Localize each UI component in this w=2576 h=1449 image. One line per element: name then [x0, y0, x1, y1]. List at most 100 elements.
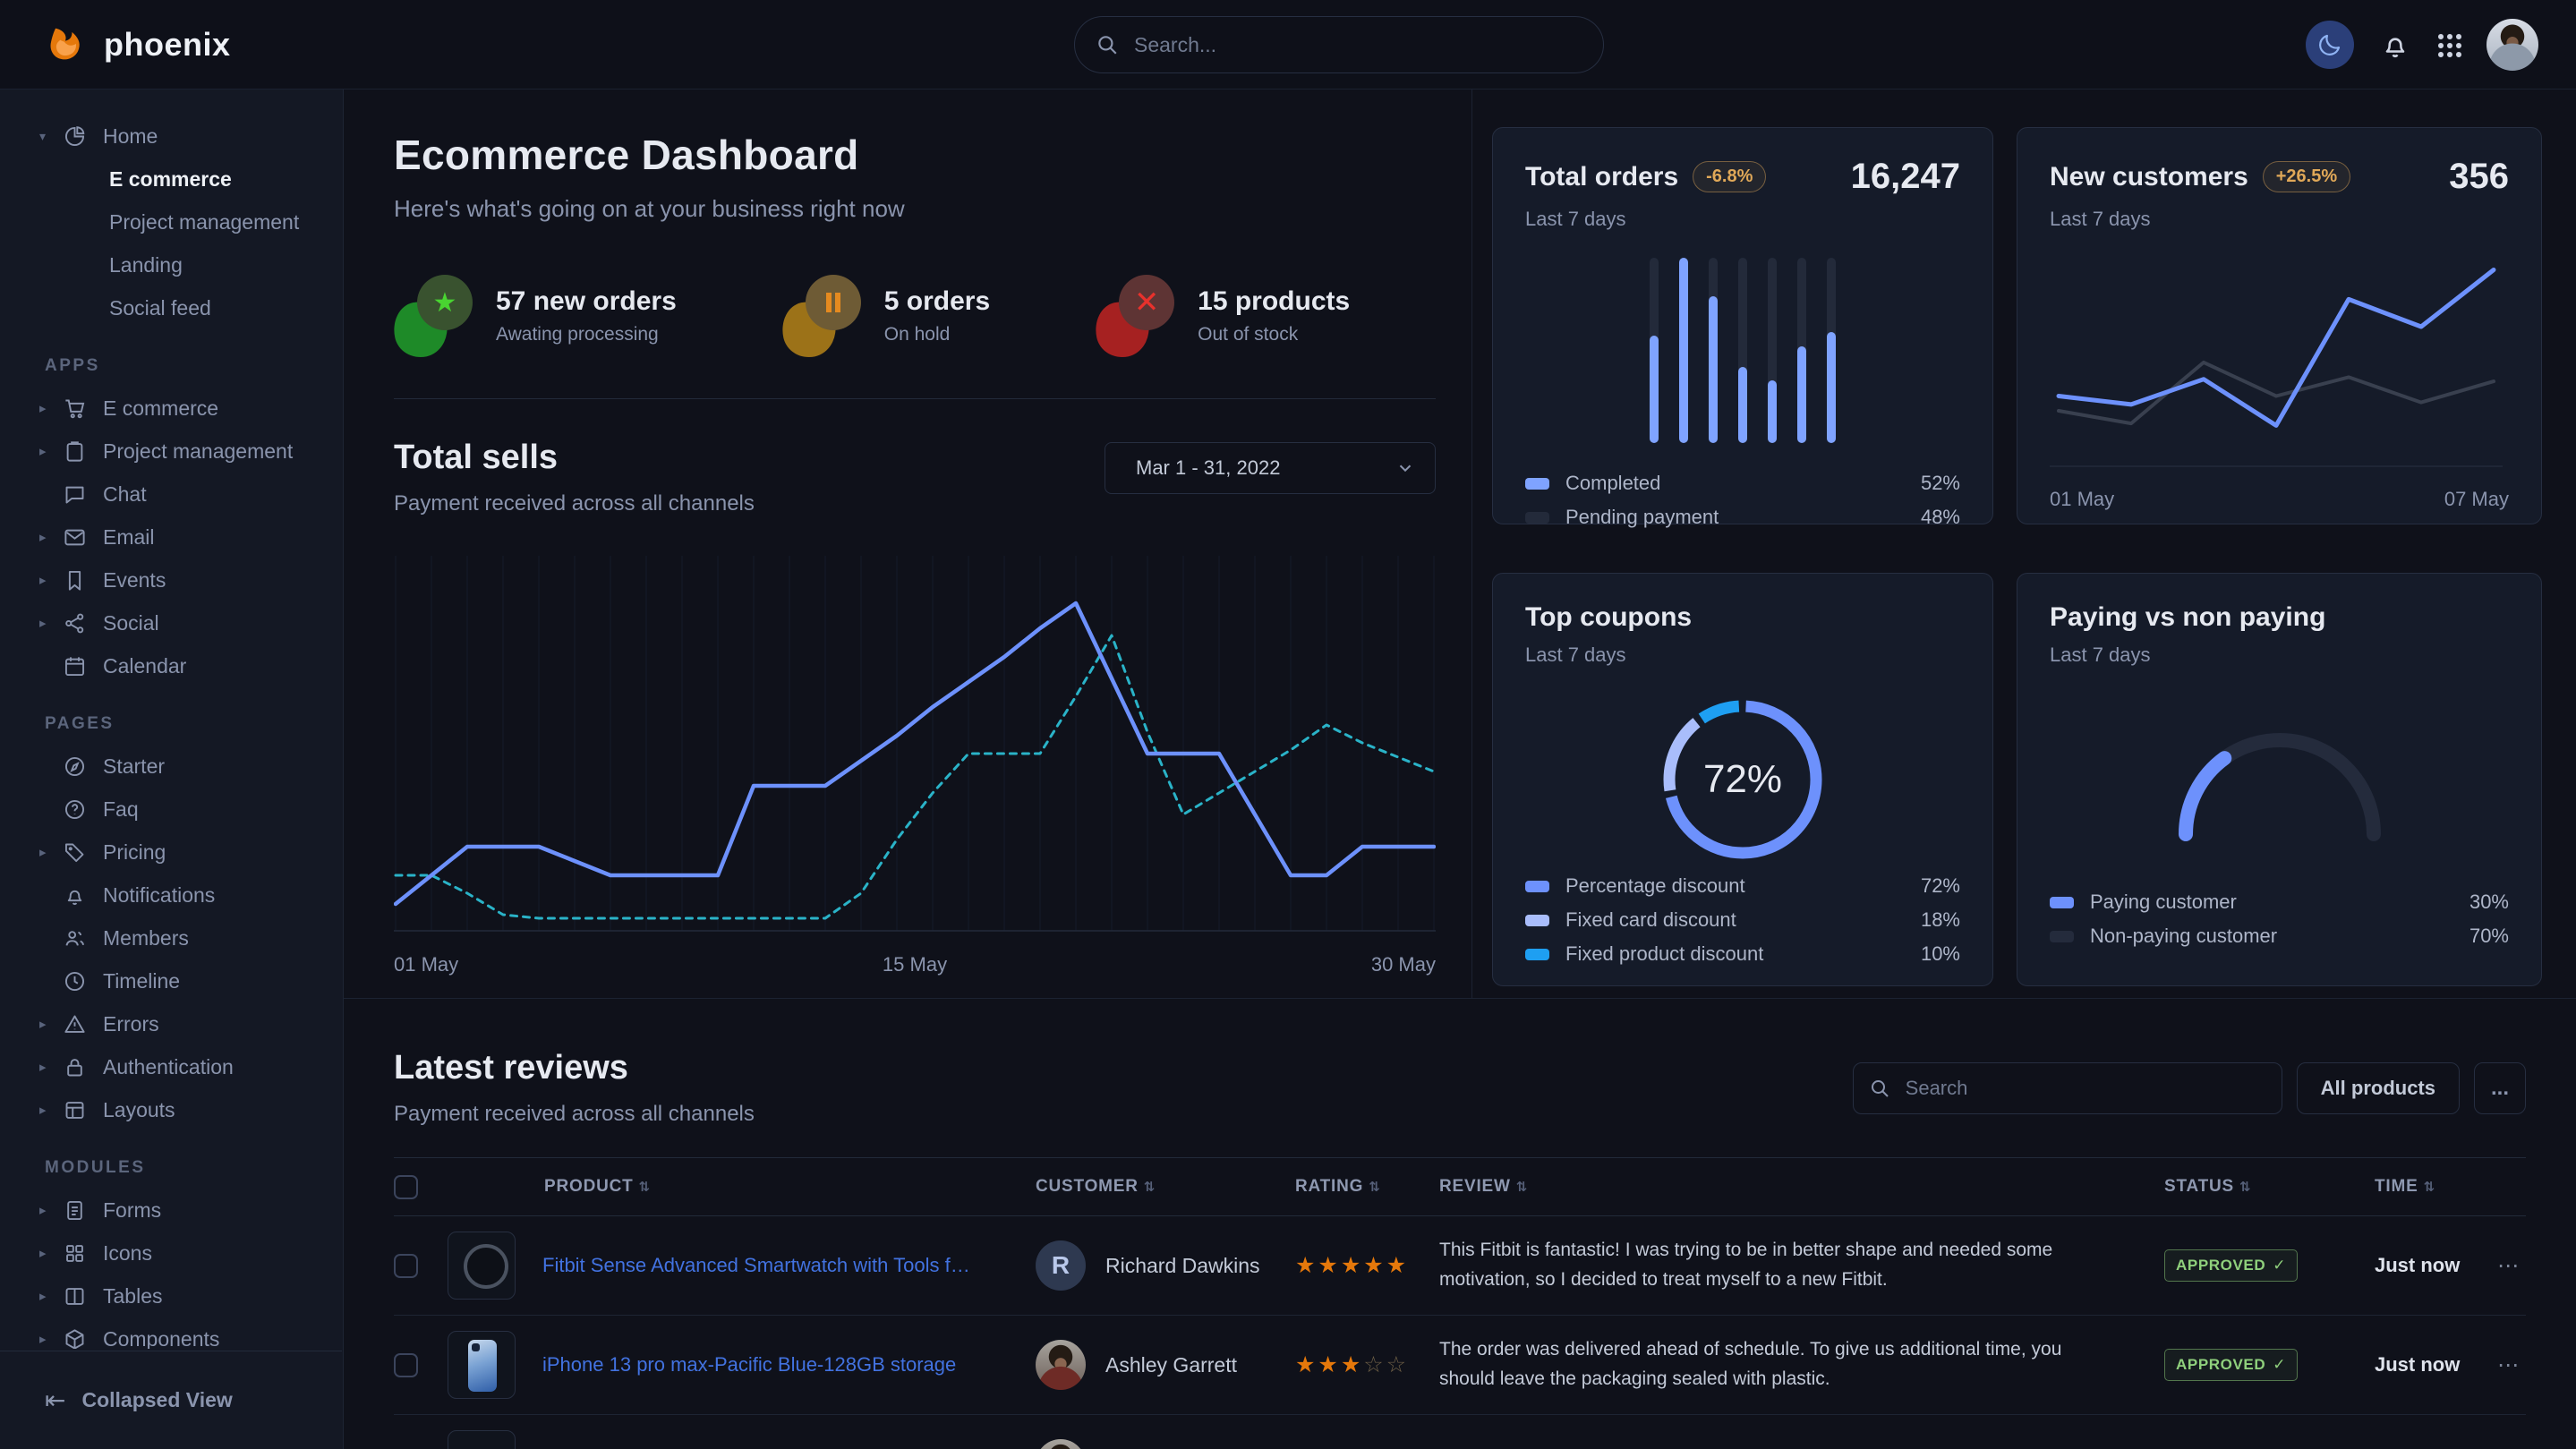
check-icon: ✓ [2273, 1257, 2286, 1274]
product-link[interactable]: iPhone 13 pro max-Pacific Blue-128GB sto… [542, 1353, 956, 1377]
product-thumbnail [448, 1430, 516, 1449]
stat-icon: ★ [394, 275, 473, 357]
notifications-button[interactable] [2379, 29, 2411, 61]
sidebar-item-calendar[interactable]: Calendar [0, 644, 343, 687]
row-checkbox[interactable] [394, 1254, 418, 1278]
column-header-status[interactable]: STATUS⇅ [2164, 1177, 2375, 1197]
order-bar [1738, 258, 1747, 443]
sidebar-item-layouts[interactable]: ▸ Layouts [0, 1088, 343, 1131]
compass-icon [63, 754, 87, 779]
sidebar-item-social[interactable]: ▸ Social [0, 601, 343, 644]
row-checkbox[interactable] [394, 1353, 418, 1377]
legend-label: Pending payment [1565, 506, 1719, 529]
sidebar-section-apps: APPS [45, 356, 343, 376]
apps-grid-button[interactable] [2436, 32, 2461, 57]
sidebar-item-label: Errors [103, 1012, 159, 1036]
order-bar [1768, 258, 1777, 443]
users-icon [63, 926, 87, 950]
stat-value: 57 new orders [496, 286, 677, 317]
legend-label: Fixed card discount [1565, 908, 1736, 932]
sidebar-item-members[interactable]: Members [0, 916, 343, 959]
reviews-toolbar: All products ... [1853, 1062, 2526, 1114]
column-header-customer[interactable]: CUSTOMER⇅ [1036, 1177, 1295, 1197]
paying-gauge-chart [2159, 713, 2401, 854]
sidebar-item-notifications[interactable]: Notifications [0, 874, 343, 916]
caret-right-icon: ▸ [39, 615, 63, 631]
total-orders-title: Total orders [1525, 162, 1678, 192]
legend-swatch [1525, 881, 1549, 892]
sidebar-item-landing[interactable]: Landing [0, 243, 343, 286]
brand-logo[interactable]: phoenix [43, 0, 231, 89]
top-coupons-legend: Percentage discount 72% Fixed card disco… [1525, 869, 1960, 975]
sidebar-item-starter[interactable]: Starter [0, 745, 343, 788]
date-range-select[interactable]: Mar 1 - 31, 2022 [1105, 442, 1436, 494]
sidebar-item-project-management[interactable]: Project management [0, 200, 343, 243]
customer-name: Ashley Garrett [1105, 1353, 1237, 1377]
theme-toggle-button[interactable] [2306, 21, 2354, 69]
kpi-cards: Total orders -6.8% 16,247 Last 7 days Co… [1472, 89, 2576, 998]
sidebar-item-authentication[interactable]: ▸ Authentication [0, 1045, 343, 1088]
sidebar-item-components[interactable]: ▸ Components [0, 1317, 343, 1349]
top-coupons-period: Last 7 days [1525, 644, 1960, 667]
legend-swatch [2050, 897, 2074, 908]
reviews-table-header: PRODUCT⇅CUSTOMER⇅RATING⇅REVIEW⇅STATUS⇅TI… [394, 1157, 2526, 1216]
sidebar-item-chat[interactable]: Chat [0, 473, 343, 516]
reviews-title: Latest reviews [394, 1049, 755, 1087]
column-header-rating[interactable]: RATING⇅ [1295, 1177, 1439, 1197]
sidebar-item-email[interactable]: ▸ Email [0, 516, 343, 558]
share-icon [63, 611, 87, 635]
sidebar-item-label: Icons [103, 1241, 152, 1266]
collapsed-view-label: Collapsed View [81, 1388, 232, 1412]
legend-value: 52% [1921, 472, 1960, 495]
select-all-checkbox[interactable] [394, 1175, 418, 1199]
box-icon [63, 1327, 87, 1350]
product-link[interactable]: Fitbit Sense Advanced Smartwatch with To… [542, 1254, 972, 1277]
total-orders-badge: -6.8% [1693, 161, 1766, 192]
reviews-more-button[interactable]: ... [2474, 1062, 2526, 1114]
all-products-button[interactable]: All products [2297, 1062, 2460, 1114]
sidebar-item-tables[interactable]: ▸ Tables [0, 1274, 343, 1317]
row-menu-button[interactable]: ⋯ [2491, 1253, 2526, 1279]
search-icon [1096, 33, 1119, 56]
paying-card: Paying vs non paying Last 7 days Paying … [2017, 573, 2542, 986]
sidebar-item-label: Members [103, 926, 189, 950]
sidebar-item-timeline[interactable]: Timeline [0, 959, 343, 1002]
sidebar-item-social-feed[interactable]: Social feed [0, 286, 343, 329]
sidebar-item-label: Pricing [103, 840, 166, 865]
caret-right-icon: ▸ [39, 1331, 63, 1347]
legend-swatch [1525, 512, 1549, 524]
row-menu-button[interactable]: ⋯ [2491, 1352, 2526, 1378]
sidebar-item-errors[interactable]: ▸ Errors [0, 1002, 343, 1045]
order-stats: ★ 57 new orders Awating processing 5 ord… [394, 275, 1436, 357]
sidebar-item-pricing[interactable]: ▸ Pricing [0, 831, 343, 874]
global-search-input[interactable] [1074, 16, 1604, 73]
bell-icon [63, 883, 87, 908]
new-customers-period: Last 7 days [2050, 208, 2509, 231]
sidebar-item-label: Components [103, 1327, 219, 1350]
page-title: Ecommerce Dashboard [394, 131, 1436, 179]
stat-icon: ✕ [1096, 275, 1174, 357]
column-header-review[interactable]: REVIEW⇅ [1439, 1177, 2164, 1197]
sidebar-item-events[interactable]: ▸ Events [0, 558, 343, 601]
table-row: iPhone 13 pro max-Pacific Blue-128GB sto… [394, 1316, 2526, 1415]
collapsed-view-toggle[interactable]: ⇤ Collapsed View [0, 1351, 342, 1449]
donut-center-label: 72% [1653, 690, 1832, 869]
new-customers-value: 356 [2449, 157, 2509, 197]
sidebar-item-project-management[interactable]: ▸ Project management [0, 430, 343, 473]
sidebar-item-forms[interactable]: ▸ Forms [0, 1189, 343, 1232]
sidebar-item-e-commerce[interactable]: E commerce [0, 158, 343, 200]
sidebar-item-icons[interactable]: ▸ Icons [0, 1232, 343, 1274]
top-coupons-donut-chart: 72% [1653, 690, 1832, 869]
bookmark-icon [63, 568, 87, 592]
paying-period: Last 7 days [2050, 644, 2509, 667]
sidebar-item-faq[interactable]: Faq [0, 788, 343, 831]
reviews-search-input[interactable] [1853, 1062, 2282, 1114]
total-orders-legend: Completed 52% Pending payment 48% [1525, 466, 1960, 538]
column-header-product[interactable]: PRODUCT⇅ [448, 1177, 1036, 1197]
user-avatar[interactable] [2486, 19, 2538, 71]
column-header-time[interactable]: TIME⇅ [2375, 1177, 2491, 1197]
stat-on-hold: 5 orders On hold [782, 275, 990, 357]
caret-down-icon: ▾ [39, 129, 63, 144]
sidebar-item-home[interactable]: ▾ Home [0, 115, 343, 158]
sidebar-item-e-commerce[interactable]: ▸ E commerce [0, 387, 343, 430]
